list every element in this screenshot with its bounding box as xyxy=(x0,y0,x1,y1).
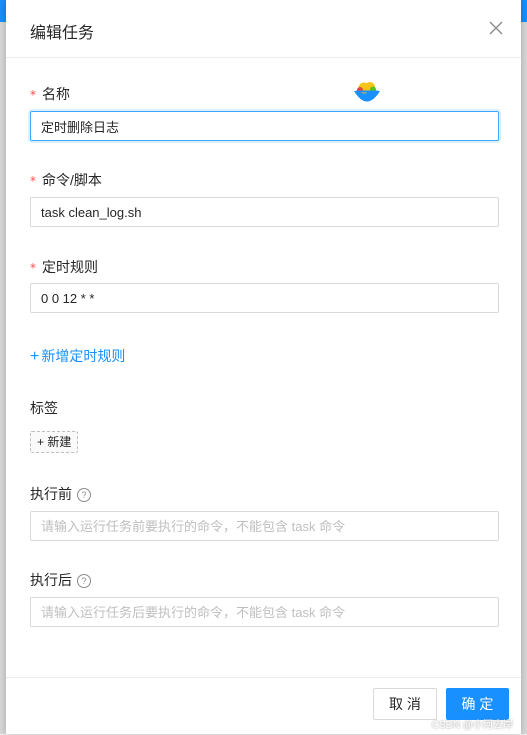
tags-label: 标签 xyxy=(30,400,58,416)
required-mark: * xyxy=(30,261,36,275)
name-input[interactable] xyxy=(30,111,499,141)
required-mark: * xyxy=(30,174,36,188)
close-icon[interactable] xyxy=(487,19,505,37)
command-input[interactable] xyxy=(30,197,499,227)
command-label: * 命令/脚本 xyxy=(30,172,102,188)
add-tag-button[interactable]: + 新建 xyxy=(30,431,79,453)
background-page-right-edge xyxy=(521,0,527,734)
edit-task-modal: 编辑任务 *名称 *命令/脚本 *定时规则 +新增定时规则 标签 + 新建 执行… xyxy=(6,0,521,734)
before-command-label: 执行前? xyxy=(30,484,91,504)
add-schedule-rule-link[interactable]: + 新增定时规则 xyxy=(30,346,125,366)
after-command-input[interactable] xyxy=(30,597,499,627)
name-label: * 名称 xyxy=(30,86,70,102)
schedule-input[interactable] xyxy=(30,283,499,313)
schedule-label: * 定时规则 xyxy=(30,259,98,275)
modal-title: 编辑任务 xyxy=(30,25,95,42)
after-command-label: 执行后? xyxy=(30,570,91,590)
modal-header: 编辑任务 xyxy=(6,0,521,58)
question-circle-icon[interactable]: ? xyxy=(77,574,91,588)
plus-icon: + xyxy=(37,435,45,449)
cancel-button[interactable]: 取 消 xyxy=(373,688,437,720)
question-circle-icon[interactable]: ? xyxy=(77,488,91,502)
required-mark: * xyxy=(30,88,36,102)
watermark: CSDN @小河去岸 xyxy=(431,720,513,731)
avatar-bowl-icon xyxy=(354,82,380,102)
plus-icon: + xyxy=(30,348,40,365)
background-header-strip-right xyxy=(521,0,527,22)
before-command-input[interactable] xyxy=(30,511,499,541)
